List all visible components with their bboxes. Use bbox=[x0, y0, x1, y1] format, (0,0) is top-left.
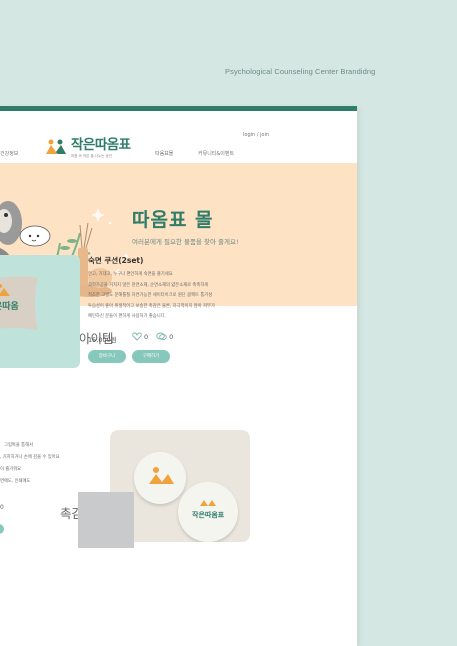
griptok-bottom: 작은따옴표 bbox=[178, 482, 238, 542]
product-name[interactable]: 숙면 쿠션(2set) bbox=[88, 255, 143, 266]
site-logo[interactable]: 작은따옴표 마음 속 작은 을 나누는 공간 bbox=[45, 138, 131, 159]
login-join-link[interactable]: login / join bbox=[243, 132, 269, 138]
desc-line: 0 bbox=[0, 504, 4, 511]
desc-line: 이 즐거워요 bbox=[0, 467, 22, 472]
desc-line: , 거치하거나 손에 감을 수 있어요 bbox=[0, 455, 60, 460]
desc-line: 적조한 고밀도 문해틀칠 자연가능한 세이터이크로 원단 콤팩트 통기성 bbox=[88, 293, 213, 298]
griptok-text: 작은따옴표 bbox=[192, 511, 225, 519]
desc-line: 투습성이 좋아 위생적이고 보송한 촉감은 물론, 자극적이지 않아 피부가 bbox=[88, 303, 215, 309]
product-price: 15,000원 bbox=[88, 336, 117, 344]
cushion-product-image: 은따옴 bbox=[0, 276, 38, 330]
hero-subtitle: 여러분에게 필요한 물품을 찾아 줄게요! bbox=[132, 238, 239, 246]
logo-mark-icon bbox=[46, 139, 66, 154]
hero-title: 따옴표 몰 bbox=[132, 209, 214, 231]
likes-count: 0 bbox=[144, 332, 149, 341]
desc-line: 그립톡을 통해서 bbox=[4, 443, 34, 448]
product-description: 안고, 기대고, 누구나 편안하게 숙면을 즐기세요 화학가공을 거치지 않은 … bbox=[88, 270, 268, 323]
logo-title: 작은따옴표 bbox=[71, 137, 131, 153]
desc-line: 안고, 기대고, 누구나 편안하게 숙면을 즐기세요 bbox=[88, 272, 173, 277]
nav-item-community[interactable]: 커뮤니티&이벤트 bbox=[198, 150, 234, 157]
nav-item-mall[interactable]: 따옴표몰 bbox=[155, 150, 173, 157]
add-to-cart-button[interactable]: 장바구니 bbox=[88, 350, 126, 363]
desc-line: 면에도, 인쇄에도 bbox=[0, 479, 31, 484]
section2-description: 그립톡을 통해서 , 거치하거나 손에 감을 수 있어요 이 즐거워요 면에도,… bbox=[0, 440, 60, 514]
page-caption: Psychological Counseling Center Brandidn… bbox=[225, 67, 376, 76]
svg-text:은따옴: 은따옴 bbox=[0, 300, 19, 312]
nav-item-health[interactable]: 건강정보 bbox=[0, 150, 18, 157]
buy-now-button[interactable]: 구매하기 bbox=[132, 350, 170, 363]
bubble-wrap-image bbox=[78, 492, 134, 548]
heart-icon[interactable] bbox=[132, 332, 142, 341]
comments-count: 0 bbox=[169, 332, 174, 341]
desc-line: 예민하신 분들이 편하게 사용하기 좋습니다. bbox=[88, 314, 166, 319]
webpage-mockup: 건강정보 작은따옴표 마음 속 작은 을 나누는 공간 login / join… bbox=[0, 106, 357, 646]
site-header: 건강정보 작은따옴표 마음 속 작은 을 나누는 공간 login / join… bbox=[0, 111, 357, 168]
desc-line: 화학가공을 거치지 않은 천연소재, 순면소재의 얇은소재로 촉촉하게 bbox=[88, 282, 209, 288]
comment-icon[interactable] bbox=[156, 332, 167, 341]
logo-subtitle: 마음 속 작은 을 나누는 공간 bbox=[71, 154, 112, 158]
product-reactions: 0 0 bbox=[132, 332, 181, 341]
